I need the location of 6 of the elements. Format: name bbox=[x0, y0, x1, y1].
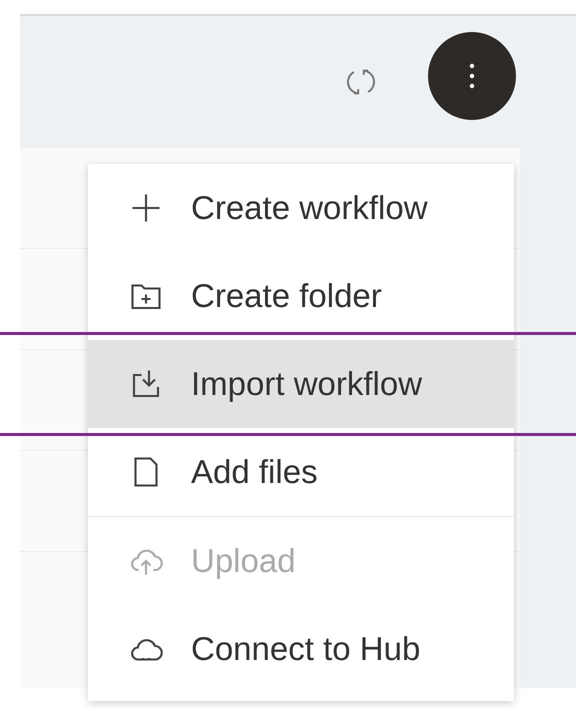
menu-item[interactable]: Create workflow bbox=[88, 164, 514, 252]
menu-item[interactable]: Create folder bbox=[88, 252, 514, 340]
menu-item[interactable]: Add files bbox=[88, 428, 514, 516]
menu-item[interactable]: Connect to Hub bbox=[88, 605, 514, 693]
menu-item[interactable]: Import workflow bbox=[88, 340, 514, 428]
more-icon bbox=[467, 61, 477, 91]
